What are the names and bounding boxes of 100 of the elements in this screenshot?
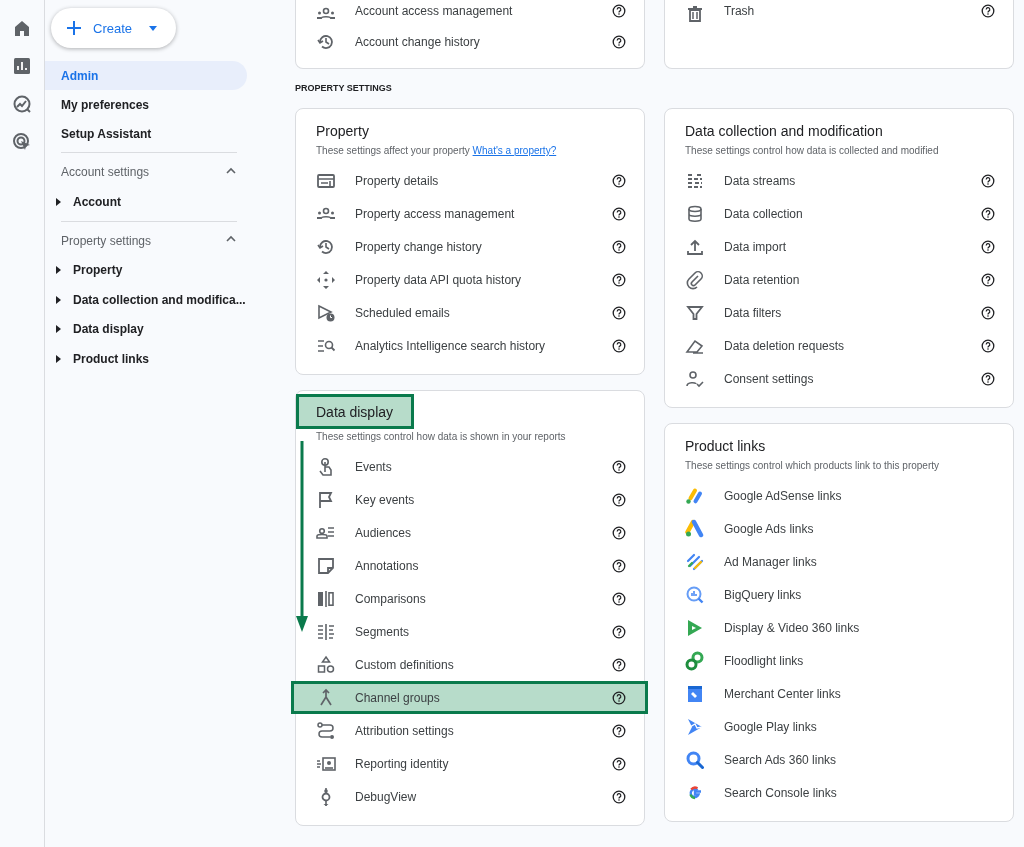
settings-row[interactable]: Search Console links	[677, 776, 1013, 809]
home-icon[interactable]	[12, 18, 32, 38]
help-icon[interactable]	[612, 173, 626, 188]
help-icon[interactable]	[612, 492, 626, 507]
card-title: Data display	[296, 394, 415, 429]
settings-row[interactable]: Reporting identity	[308, 747, 644, 780]
settings-row[interactable]: Trash	[677, 0, 1013, 25]
paperclip-icon	[685, 269, 705, 290]
card-description: These settings control how data is collected and modified	[685, 145, 940, 156]
settings-row[interactable]: Annotations	[308, 549, 644, 582]
settings-row[interactable]: Property details	[308, 164, 644, 197]
help-link[interactable]: What's a property?	[472, 145, 557, 156]
highlighted-settings-row[interactable]: Channel groups	[291, 681, 648, 714]
help-icon[interactable]	[612, 756, 626, 771]
settings-row[interactable]: BigQuery links	[677, 578, 1013, 611]
target-cursor-icon[interactable]	[12, 132, 32, 152]
route-icon	[316, 720, 336, 741]
settings-row[interactable]: DebugView	[308, 780, 644, 813]
help-icon[interactable]	[612, 789, 626, 804]
caret-icon[interactable]	[55, 325, 61, 334]
tag-card-icon	[685, 683, 705, 704]
help-icon[interactable]	[612, 239, 626, 254]
settings-row[interactable]: Ad Manager links	[677, 545, 1013, 578]
caret-icon[interactable]	[55, 266, 61, 275]
help-icon[interactable]	[612, 657, 626, 672]
settings-row[interactable]: Property change history	[308, 230, 644, 263]
settings-row[interactable]: Data retention	[677, 263, 1013, 296]
help-icon[interactable]	[612, 624, 626, 639]
help-icon[interactable]	[612, 4, 626, 18]
nav-item[interactable]: Property	[45, 255, 295, 285]
help-icon[interactable]	[981, 371, 995, 386]
create-button[interactable]: Create	[51, 8, 177, 48]
settings-row[interactable]: Segments	[308, 615, 644, 648]
settings-row[interactable]: Key events	[308, 483, 644, 516]
settings-row[interactable]: Google Ads links	[677, 512, 1013, 545]
help-icon[interactable]	[612, 338, 626, 353]
settings-row[interactable]: Floodlight links	[677, 644, 1013, 677]
settings-row[interactable]: Data collection	[677, 197, 1013, 230]
nav-item[interactable]: Data display	[45, 314, 295, 344]
caret-icon[interactable]	[55, 197, 61, 206]
settings-row[interactable]: Data deletion requests	[677, 329, 1013, 362]
nav-item[interactable]: My preferences	[45, 90, 247, 119]
settings-row[interactable]: Audiences	[308, 516, 644, 549]
help-icon[interactable]	[981, 338, 995, 353]
settings-row[interactable]: Attribution settings	[308, 714, 644, 747]
help-icon[interactable]	[981, 206, 995, 221]
caret-icon	[148, 23, 159, 33]
nav-item[interactable]: Admin	[45, 61, 247, 90]
settings-row[interactable]: Analytics Intelligence search history	[308, 329, 644, 362]
caret-icon[interactable]	[55, 295, 61, 304]
help-icon[interactable]	[612, 723, 626, 738]
settings-row[interactable]: Search Ads 360 links	[677, 743, 1013, 776]
settings-row[interactable]: Custom definitions	[308, 648, 644, 681]
help-icon[interactable]	[612, 525, 626, 540]
settings-row[interactable]: Data filters	[677, 296, 1013, 329]
caret-icon[interactable]	[55, 354, 61, 363]
database-icon	[685, 203, 705, 224]
four-arrows-icon	[316, 269, 336, 290]
help-icon[interactable]	[612, 558, 626, 573]
nav-item[interactable]: Product links	[45, 344, 295, 374]
help-icon[interactable]	[981, 272, 995, 287]
bar-chart-icon[interactable]	[12, 56, 32, 76]
help-icon[interactable]	[612, 34, 626, 49]
settings-row[interactable]: Comparisons	[308, 582, 644, 615]
stripes-logo-icon	[685, 551, 705, 572]
nav-item[interactable]: Setup Assistant	[45, 119, 247, 148]
help-icon[interactable]	[612, 459, 626, 474]
help-icon[interactable]	[612, 206, 626, 221]
ads-logo-icon	[685, 518, 705, 539]
card-description: These settings affect your property What's a property?	[316, 145, 558, 156]
settings-row[interactable]: Google AdSense links	[677, 479, 1013, 512]
settings-row[interactable]: Google Play links	[677, 710, 1013, 743]
settings-row[interactable]: Data streams	[677, 164, 1013, 197]
nav-item[interactable]: Account	[45, 187, 295, 217]
settings-row[interactable]: Account access management	[308, 0, 644, 25]
help-icon[interactable]	[981, 173, 995, 188]
settings-row[interactable]: Property data API quota history	[308, 263, 644, 296]
settings-row[interactable]: Events	[308, 450, 644, 483]
nav-item[interactable]: Data collection and modifica...	[45, 285, 295, 315]
settings-row[interactable]: Merchant Center links	[677, 677, 1013, 710]
card-title: Property	[316, 122, 369, 141]
settings-row[interactable]: Scheduled emails	[308, 296, 644, 329]
help-icon[interactable]	[981, 305, 995, 320]
help-icon[interactable]	[981, 4, 995, 18]
card-title: Product links	[685, 437, 766, 456]
settings-row[interactable]: Data import	[677, 230, 1013, 263]
help-icon[interactable]	[612, 305, 626, 320]
help-icon[interactable]	[612, 591, 626, 606]
settings-row[interactable]: Property access management	[308, 197, 644, 230]
magnifier-icon	[685, 749, 705, 770]
trend-chart-icon[interactable]	[12, 94, 32, 114]
trash-icon	[685, 4, 705, 24]
card-description: These settings control which products link to this property	[685, 460, 940, 471]
settings-row[interactable]: Display & Video 360 links	[677, 611, 1013, 644]
settings-row[interactable]: Consent settings	[677, 362, 1013, 395]
help-icon[interactable]	[981, 239, 995, 254]
person-check-icon	[685, 368, 705, 389]
help-icon[interactable]	[612, 690, 626, 705]
settings-row[interactable]: Account change history	[308, 25, 644, 58]
help-icon[interactable]	[612, 272, 626, 287]
